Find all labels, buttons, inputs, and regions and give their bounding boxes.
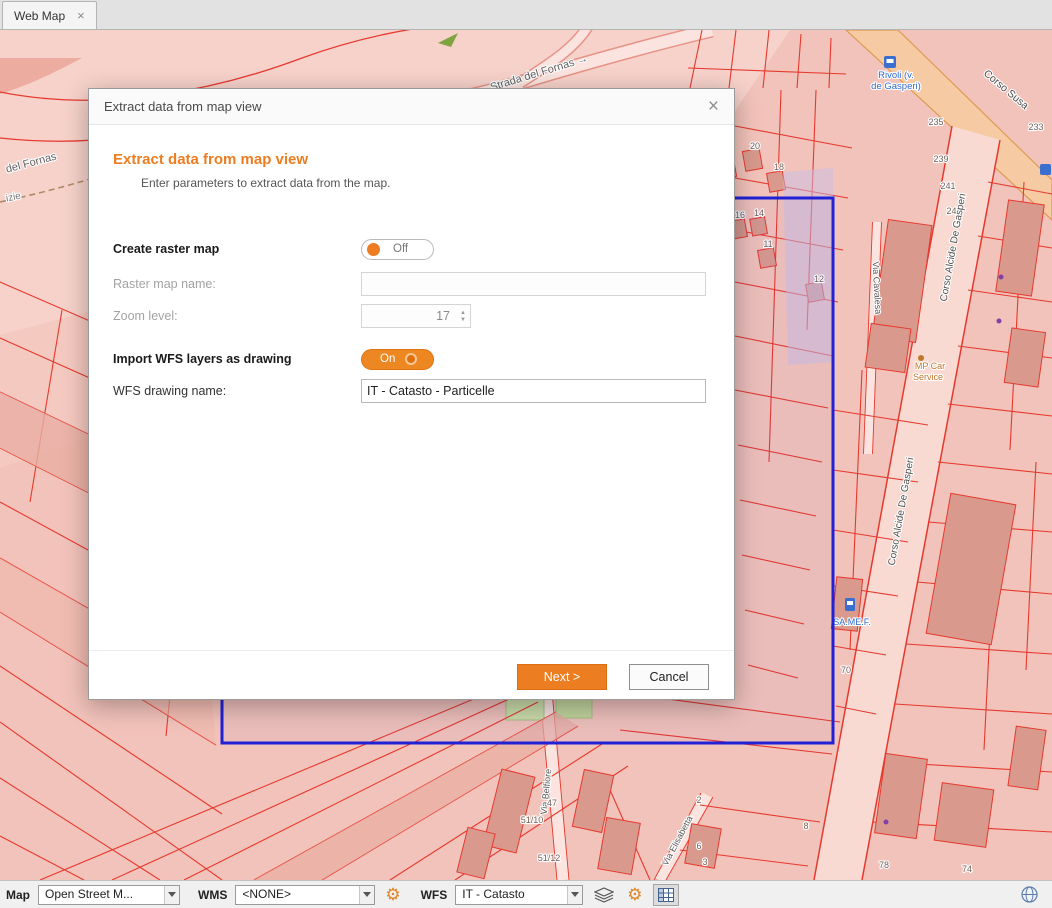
- next-button[interactable]: Next >: [517, 664, 607, 690]
- map-label: 6: [696, 841, 701, 851]
- map-label: 78: [879, 860, 889, 870]
- map-label: 3: [702, 857, 707, 867]
- wms-settings-gear-icon[interactable]: ⚙: [385, 886, 400, 903]
- dropdown-arrow-icon[interactable]: [359, 886, 374, 904]
- zoom-level-label: Zoom level:: [113, 309, 361, 323]
- wfs-layers-icon[interactable]: [591, 884, 617, 906]
- wfs-drawing-name-label: WFS drawing name:: [113, 384, 361, 398]
- status-bar: Map Open Street M... WMS <NONE> ⚙ WFS IT…: [0, 880, 1052, 908]
- application-window: Web Map ×: [0, 0, 1052, 908]
- map-label: 70: [841, 665, 851, 675]
- tab-close-icon[interactable]: ×: [77, 9, 85, 22]
- map-label: 51/12: [538, 853, 561, 863]
- map-source-label: Map: [6, 888, 30, 902]
- create-raster-label: Create raster map: [113, 242, 361, 256]
- map-label: 74: [962, 864, 972, 874]
- dialog-title-bar: Extract data from map view ×: [89, 89, 734, 125]
- map-label: 8: [803, 821, 808, 831]
- map-label: Rivoli (v.: [878, 70, 914, 81]
- import-wfs-label: Import WFS layers as drawing: [113, 352, 361, 366]
- dialog-footer: Next > Cancel: [517, 664, 709, 690]
- spinner-up-icon[interactable]: ▲: [460, 310, 466, 316]
- import-wfs-toggle[interactable]: On: [361, 349, 434, 370]
- transit-stop-icon: [884, 56, 896, 68]
- dropdown-arrow-icon[interactable]: [567, 886, 582, 904]
- create-raster-toggle[interactable]: Off: [361, 239, 434, 260]
- attribute-table-icon[interactable]: [653, 884, 679, 906]
- map-label: Service: [913, 372, 943, 382]
- map-label: 51/10: [521, 815, 544, 825]
- wms-select-value: <NONE>: [236, 886, 359, 904]
- wms-label: WMS: [198, 888, 227, 902]
- map-label: 20: [750, 141, 760, 151]
- map-label: 241: [940, 181, 955, 191]
- fuel-station-icon: [845, 598, 855, 611]
- raster-name-label: Raster map name:: [113, 277, 361, 291]
- tab-label: Web Map: [14, 9, 65, 23]
- wfs-select-value: IT - Catasto: [456, 886, 567, 904]
- map-label: SA.ME.F.: [833, 617, 871, 627]
- map-label: 239: [933, 154, 948, 164]
- wms-select[interactable]: <NONE>: [235, 885, 375, 905]
- dropdown-arrow-icon[interactable]: [164, 886, 179, 904]
- dialog-close-icon[interactable]: ×: [708, 97, 719, 116]
- raster-name-input[interactable]: [361, 272, 706, 296]
- dialog-heading: Extract data from map view: [113, 151, 308, 168]
- toggle-state-label: On: [380, 353, 395, 365]
- dialog-form: Create raster map Off Raster map name: Z…: [113, 237, 708, 403]
- map-label: 233: [1028, 122, 1043, 132]
- poi-icon: [1040, 164, 1051, 175]
- toggle-knob: [405, 353, 417, 365]
- map-label: MP Car: [915, 361, 945, 371]
- globe-icon[interactable]: [1016, 884, 1042, 906]
- map-label: 18: [774, 162, 784, 172]
- map-label: 2: [696, 795, 701, 805]
- map-label: 47: [547, 798, 557, 808]
- cancel-button[interactable]: Cancel: [629, 664, 709, 690]
- wfs-drawing-name-input[interactable]: [361, 379, 706, 403]
- dialog-subtitle: Enter parameters to extract data from th…: [141, 176, 390, 190]
- wfs-select[interactable]: IT - Catasto: [455, 885, 583, 905]
- toggle-knob: [367, 243, 380, 256]
- tab-bar: Web Map ×: [0, 0, 1052, 30]
- spinner-down-icon[interactable]: ▼: [460, 317, 466, 323]
- wfs-settings-gear-icon[interactable]: ⚙: [627, 886, 642, 903]
- dialog-title: Extract data from map view: [104, 99, 708, 114]
- zoom-level-spinner[interactable]: 17 ▲ ▼: [361, 304, 471, 328]
- wfs-label: WFS: [421, 888, 448, 902]
- map-label: 235: [928, 117, 943, 127]
- map-label: de Gasperi): [871, 81, 921, 92]
- toggle-state-label: Off: [393, 243, 408, 255]
- tab-web-map[interactable]: Web Map ×: [2, 1, 97, 29]
- basemap-select[interactable]: Open Street M...: [38, 885, 180, 905]
- extract-data-dialog: Extract data from map view × Extract dat…: [88, 88, 735, 700]
- basemap-select-value: Open Street M...: [39, 886, 164, 904]
- zoom-level-value: 17: [362, 309, 456, 323]
- dialog-footer-divider: [89, 650, 734, 651]
